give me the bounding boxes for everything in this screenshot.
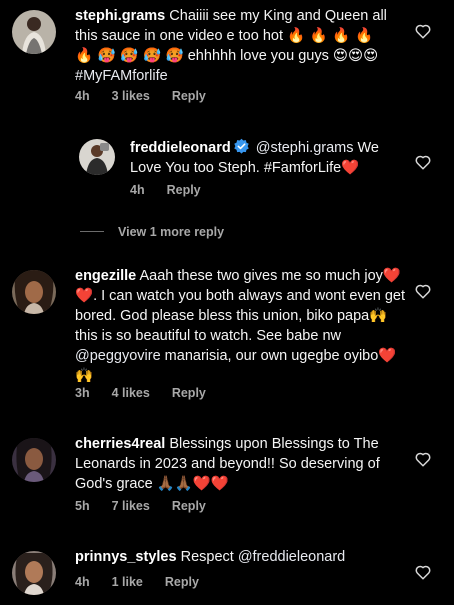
reply-button[interactable]: Reply <box>172 499 206 513</box>
timestamp: 5h <box>75 499 90 513</box>
comment-meta: 4h 3 likes Reply <box>75 89 228 103</box>
avatar[interactable] <box>79 139 115 175</box>
comment-text: cherries4real Blessings upon Blessings t… <box>75 436 380 492</box>
divider <box>80 231 104 232</box>
comment-meta: 4h 1 like Reply <box>75 575 221 589</box>
likes-count[interactable]: 1 like <box>112 575 143 589</box>
comment-text: freddieleonard @stephi.grams We Love You… <box>130 138 380 176</box>
mention-link[interactable]: @stephi.grams <box>256 140 354 156</box>
timestamp: 4h <box>75 575 90 589</box>
username[interactable]: prinnys_styles <box>75 549 177 565</box>
likes-count[interactable]: 3 likes <box>112 89 150 103</box>
username[interactable]: freddieleonard <box>130 140 231 156</box>
hashtag-link[interactable]: #MyFAMforlife <box>75 68 168 84</box>
heart-outline-icon[interactable] <box>414 563 432 581</box>
likes-count[interactable]: 7 likes <box>112 499 150 513</box>
avatar[interactable] <box>12 10 56 54</box>
verified-badge-icon <box>233 138 249 154</box>
heart-outline-icon[interactable] <box>414 450 432 468</box>
reply-button[interactable]: Reply <box>172 386 206 400</box>
comment-meta: 5h 7 likes Reply <box>75 499 228 513</box>
heart-outline-icon[interactable] <box>414 22 432 40</box>
emoji-group: ❤️ <box>341 160 360 176</box>
comment-meta: 3h 4 likes Reply <box>75 386 228 400</box>
username[interactable]: stephi.grams <box>75 8 165 24</box>
comment-meta: 4h Reply <box>130 183 223 197</box>
timestamp: 3h <box>75 386 90 400</box>
heart-outline-icon[interactable] <box>414 153 432 171</box>
mention-link[interactable]: @freddieleonard <box>238 549 345 565</box>
username[interactable]: cherries4real <box>75 436 165 452</box>
comment-text: stephi.grams Chaiiii see my King and Que… <box>75 8 387 84</box>
view-more-replies-button[interactable]: View 1 more reply <box>80 225 224 239</box>
reply-button[interactable]: Reply <box>167 183 201 197</box>
emoji-group: 😍😍😍 <box>332 48 379 64</box>
mention-link[interactable]: @peggyovire <box>75 348 161 364</box>
avatar[interactable] <box>12 438 56 482</box>
avatar[interactable] <box>12 551 56 595</box>
username[interactable]: engezille <box>75 268 136 284</box>
reply-button[interactable]: Reply <box>172 89 206 103</box>
emoji-group: 🙏🏾🙏🏾❤️❤️ <box>156 476 229 492</box>
avatar[interactable] <box>12 270 56 314</box>
timestamp: 4h <box>130 183 145 197</box>
reply-button[interactable]: Reply <box>165 575 199 589</box>
comment-text: prinnys_styles Respect @freddieleonard <box>75 549 346 565</box>
comment-text: engezille Aaah these two gives me so muc… <box>75 268 406 384</box>
timestamp: 4h <box>75 89 90 103</box>
heart-outline-icon[interactable] <box>414 282 432 300</box>
likes-count[interactable]: 4 likes <box>112 386 150 400</box>
emoji-group: 🙌 <box>369 308 388 324</box>
